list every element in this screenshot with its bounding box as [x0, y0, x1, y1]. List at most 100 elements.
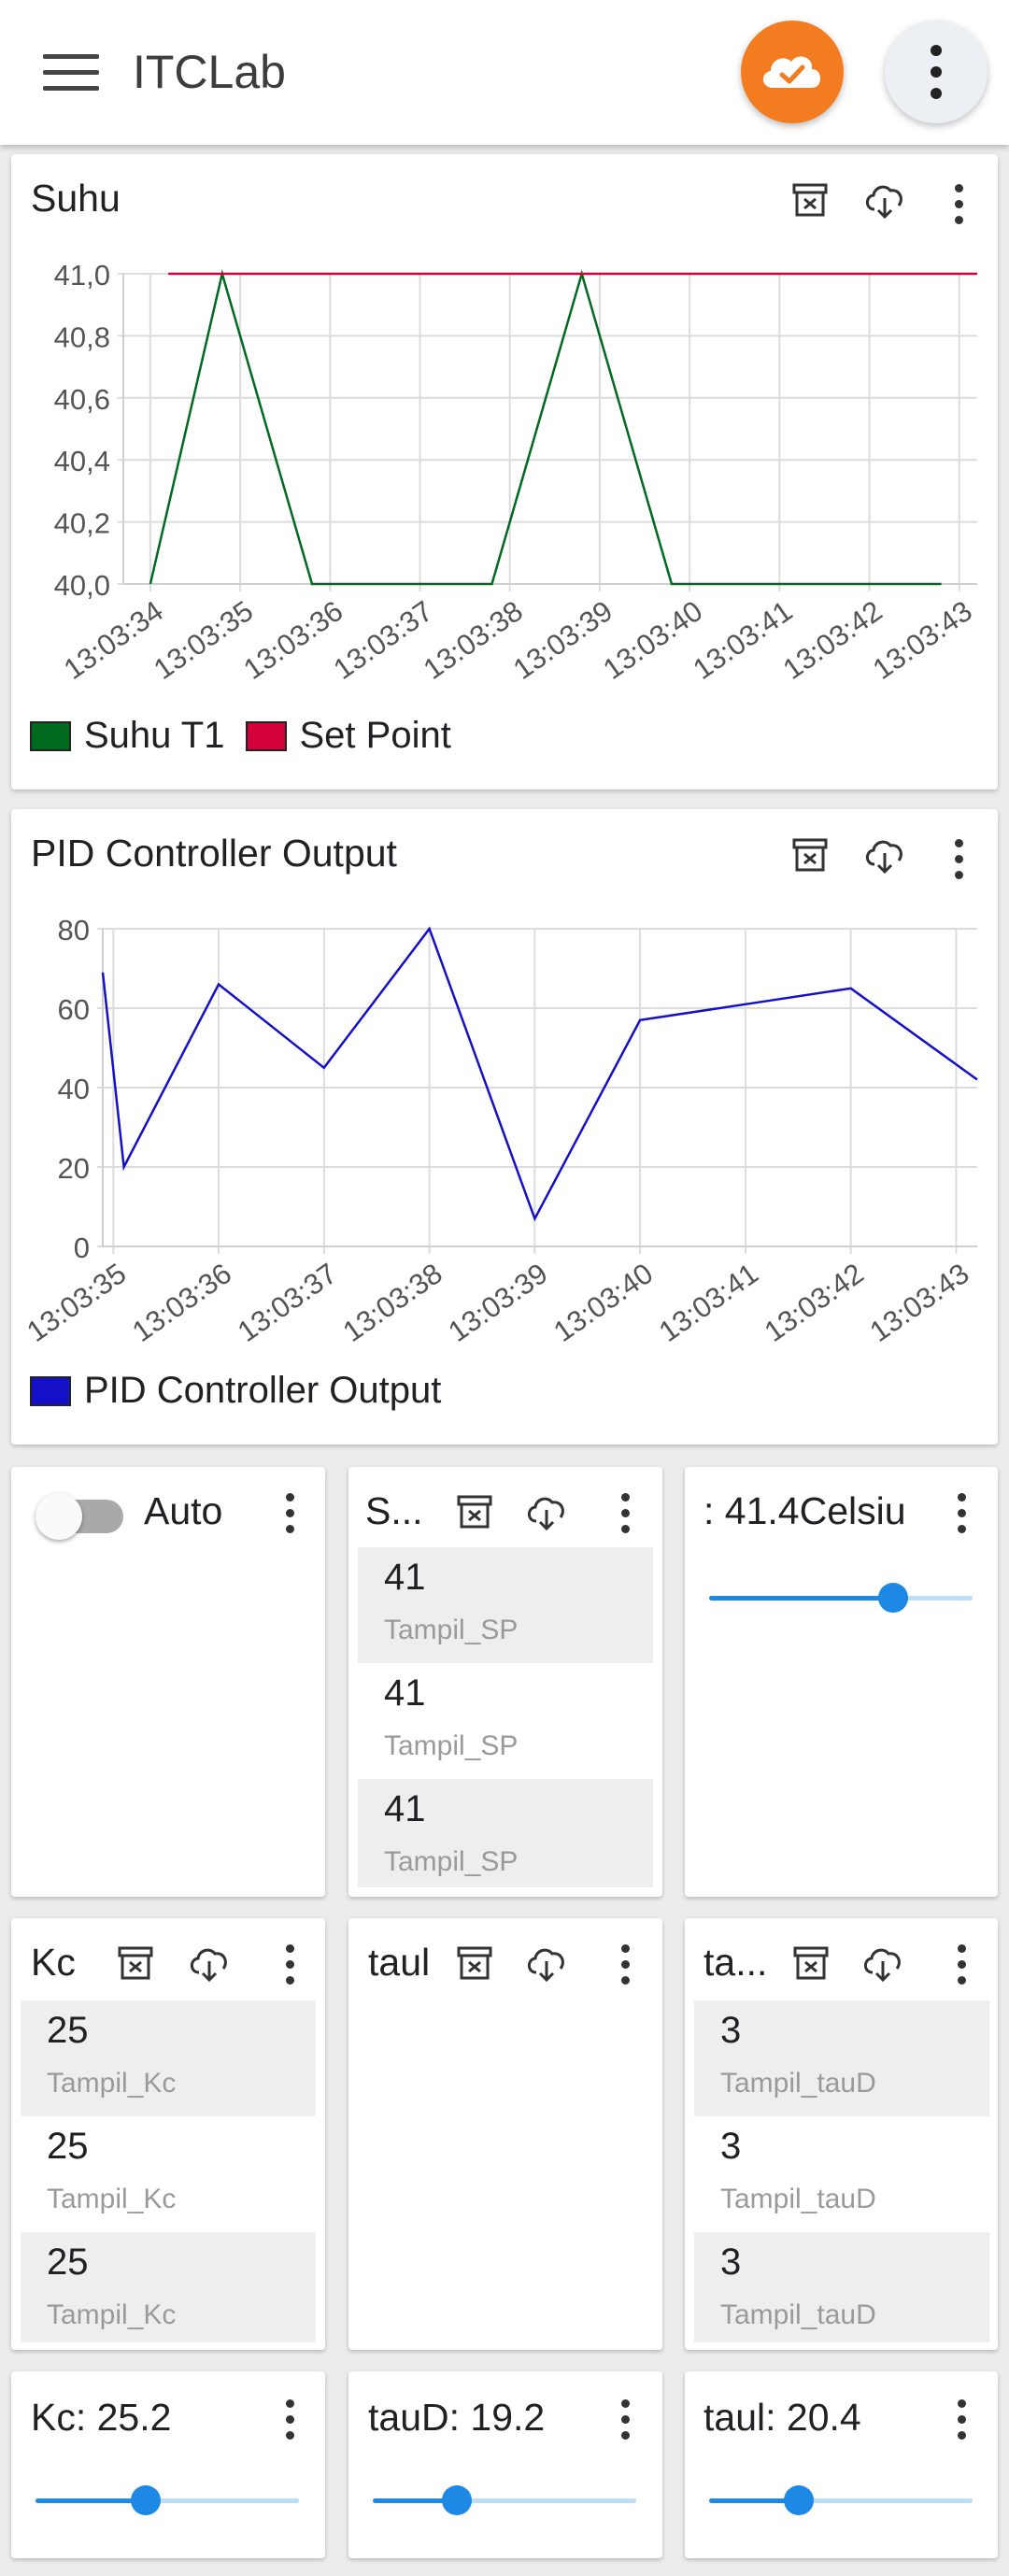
archive-x-icon[interactable]	[112, 1941, 159, 1987]
taui-slider[interactable]	[709, 2482, 973, 2519]
archive-x-icon[interactable]	[451, 1489, 498, 1536]
card-more-icon[interactable]	[952, 2399, 971, 2452]
archive-x-icon[interactable]	[451, 1941, 498, 1987]
y-tick-label: 40	[58, 1073, 90, 1105]
slider-thumb[interactable]	[442, 2485, 473, 2515]
y-tick-label: 80	[58, 914, 90, 946]
card-more-icon[interactable]	[952, 1493, 971, 1545]
card-more-icon[interactable]	[280, 2399, 299, 2452]
y-tick-label: 40,8	[54, 320, 110, 353]
legend-label: Set Point	[299, 715, 451, 756]
auto-label: Auto	[144, 1489, 223, 1532]
card-more-icon[interactable]	[280, 1944, 299, 1997]
list-item-value: 41	[384, 1672, 426, 1714]
list-item-label: Tampil_tauD	[720, 2068, 876, 2099]
cloud-download-icon[interactable]	[858, 1941, 904, 1987]
suhu-chart: 40,0 40,2 40,4 40,6 40,8 41,0 13:03:3413:03:35…	[54, 259, 978, 686]
list-item: 25 Tampil_Kc	[21, 2116, 316, 2232]
app-title: ITCLab	[133, 46, 286, 98]
series-line	[149, 269, 942, 586]
list-item: 3 Tampil_tauD	[694, 2000, 989, 2116]
list-item-value: 41	[384, 1557, 426, 1598]
list-item-label: Tampil_tauD	[720, 2184, 876, 2214]
more-options-button[interactable]	[885, 21, 988, 123]
list-item: 41 Tampil_SP	[358, 1547, 653, 1663]
legend-swatch	[30, 720, 71, 751]
card-title: Kc	[31, 1941, 76, 1984]
pid-chart: 02040608013:03:3513:03:3613:03:3713:03:3…	[21, 914, 978, 1348]
card-title: S...	[365, 1489, 423, 1532]
card-more-icon[interactable]	[616, 1944, 634, 1997]
pid-chart-card: PID Controller Output 0 20 40 60 80 13:03:35 1…	[11, 809, 998, 1445]
kc-slider-card: Kc: 25.2	[11, 2371, 325, 2558]
x-tick-label: 13:03:35	[21, 1257, 132, 1348]
cloud-check-icon	[762, 56, 820, 88]
legend-label: PID Controller Output	[84, 1370, 442, 1411]
x-tick-label: 13:03:42	[759, 1257, 870, 1348]
toggle-thumb	[36, 1493, 82, 1540]
auto-toggle[interactable]	[36, 1493, 138, 1540]
list-item-value: 3	[720, 2010, 742, 2051]
card-title: taul	[368, 1941, 431, 1984]
x-tick-label: 13:03:43	[864, 1257, 975, 1348]
more-vertical-icon	[931, 45, 942, 99]
slider-thumb[interactable]	[783, 2485, 814, 2515]
slider-fill	[709, 1596, 894, 1601]
y-tick-label: 41,0	[54, 259, 110, 292]
card-title: : 41.4Celsiu	[703, 1489, 906, 1532]
card-more-icon[interactable]	[952, 1944, 971, 1997]
list-item: 25 Tampil_Kc	[21, 2000, 316, 2116]
list-item-label: Tampil_tauD	[720, 2299, 876, 2330]
auto-switch-card: Auto	[11, 1467, 325, 1897]
card-title: tauD: 19.2	[368, 2396, 546, 2439]
kc-list-card: Kc 25 Tampil_Kc 25 Tampil_Kc 25 Tampil_K…	[11, 1918, 325, 2350]
list-item-value: 3	[720, 2242, 742, 2283]
x-tick-label: 13:03:43	[867, 594, 978, 686]
suhu-legend: Suhu T1 Set Point	[30, 715, 472, 757]
cloud-download-icon[interactable]	[521, 1489, 568, 1536]
card-title: taul: 20.4	[703, 2396, 861, 2439]
cloud-download-icon[interactable]	[521, 1941, 568, 1987]
y-tick-label: 40,4	[54, 445, 110, 477]
card-more-icon[interactable]	[616, 1493, 634, 1545]
x-tick-label: 13:03:40	[547, 1257, 659, 1348]
x-tick-label: 13:03:40	[597, 594, 708, 686]
x-tick-label: 13:03:34	[58, 594, 169, 686]
x-tick-label: 13:03:42	[777, 594, 888, 686]
hamburger-menu-icon[interactable]	[43, 54, 99, 92]
kc-slider[interactable]	[36, 2482, 299, 2519]
list-item-value: 25	[47, 2126, 89, 2167]
cloud-download-icon[interactable]	[184, 1941, 231, 1987]
legend-item-suhu-t1[interactable]: Suhu T1	[30, 715, 225, 757]
list-item: 25 Tampil_Kc	[21, 2232, 316, 2342]
legend-swatch	[30, 1375, 71, 1406]
list-item-value: 41	[384, 1788, 426, 1829]
x-tick-label: 13:03:36	[126, 1257, 237, 1348]
sp-slider-card: : 41.4Celsiu	[685, 1467, 998, 1897]
legend-label: Suhu T1	[84, 715, 225, 756]
taud-slider[interactable]	[373, 2482, 636, 2519]
card-more-icon[interactable]	[280, 1493, 299, 1545]
slider-thumb[interactable]	[131, 2485, 162, 2515]
card-more-icon[interactable]	[616, 2399, 634, 2452]
sp-slider[interactable]	[709, 1579, 973, 1616]
x-tick-label: 13:03:39	[507, 594, 618, 686]
series-line	[101, 926, 978, 1222]
pid-legend: PID Controller Output	[30, 1370, 462, 1412]
archive-x-icon[interactable]	[788, 1941, 834, 1987]
list-item-label: Tampil_Kc	[47, 2068, 177, 2099]
legend-item-set-point[interactable]: Set Point	[245, 715, 451, 757]
x-tick-label: 13:03:41	[653, 1257, 764, 1348]
cloud-sync-button[interactable]	[741, 21, 844, 123]
list-item: 3 Tampil_tauD	[694, 2116, 989, 2232]
y-tick-label: 40,6	[54, 383, 110, 416]
y-tick-label: 40,2	[54, 507, 110, 540]
app-bar: ITCLab	[0, 0, 1009, 145]
slider-thumb[interactable]	[878, 1583, 909, 1613]
list-item-label: Tampil_Kc	[47, 2184, 177, 2214]
list-item: 41 Tampil_SP	[358, 1779, 653, 1887]
legend-item-pid-output[interactable]: PID Controller Output	[30, 1370, 441, 1412]
list-item-label: Tampil_SP	[384, 1730, 519, 1761]
list-item-value: 25	[47, 2242, 89, 2283]
list-item-label: Tampil_SP	[384, 1846, 519, 1877]
